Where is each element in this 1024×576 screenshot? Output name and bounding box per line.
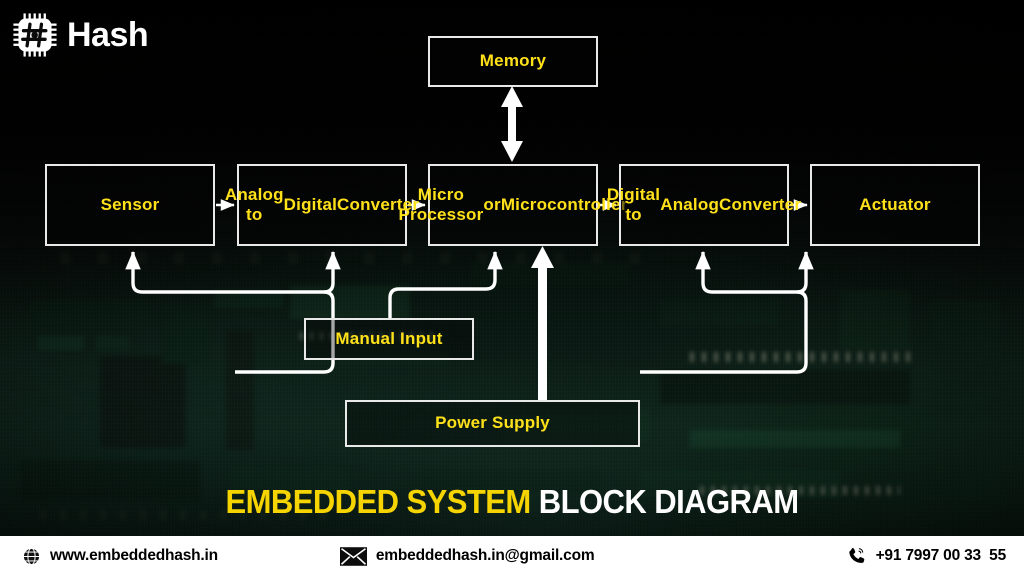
block-memory[interactable]: Memory <box>428 36 598 87</box>
chip-hash-icon <box>13 13 57 57</box>
footer-email-text: embeddedhash.in@gmail.com <box>375 547 595 564</box>
footer-website[interactable]: www.embeddedhash.in <box>22 547 218 566</box>
globe-icon <box>22 547 41 565</box>
block-power-supply[interactable]: Power Supply <box>345 400 640 447</box>
title-rest: BLOCK DIAGRAM <box>530 483 799 520</box>
footer-phone[interactable]: +91 7997 00 33 55 <box>847 546 1006 566</box>
footer-phone-text: +91 7997 00 33 55 <box>875 547 1007 564</box>
contact-footer: www.embeddedhash.in embeddedhash.in@gmai… <box>0 536 1024 576</box>
page-title: EMBEDDED SYSTEM BLOCK DIAGRAM <box>31 483 994 521</box>
block-microprocessor-or-microcontroller[interactable]: Micro Processor or Microcontroller <box>398 164 627 246</box>
footer-email[interactable]: embeddedhash.in@gmail.com <box>339 546 595 566</box>
block-sensor[interactable]: Sensor <box>45 164 215 246</box>
block-actuator[interactable]: Actuator <box>810 164 980 246</box>
poster-canvas: Hash Memory Sensor Analog to Digital Con… <box>0 0 1024 576</box>
brand-logo[interactable]: Hash <box>12 12 149 58</box>
envelope-icon <box>339 546 367 566</box>
phone-icon <box>848 548 864 563</box>
block-analog-to-digital-converter[interactable]: Analog to Digital Converter <box>225 164 419 246</box>
block-digital-to-analog-converter[interactable]: Digital to Analog Converter <box>607 164 801 246</box>
footer-website-text: www.embeddedhash.in <box>50 547 218 564</box>
title-highlight: EMBEDDED SYSTEM <box>225 483 531 520</box>
block-manual-input[interactable]: Manual Input <box>304 318 474 360</box>
brand-name: Hash <box>67 16 149 54</box>
